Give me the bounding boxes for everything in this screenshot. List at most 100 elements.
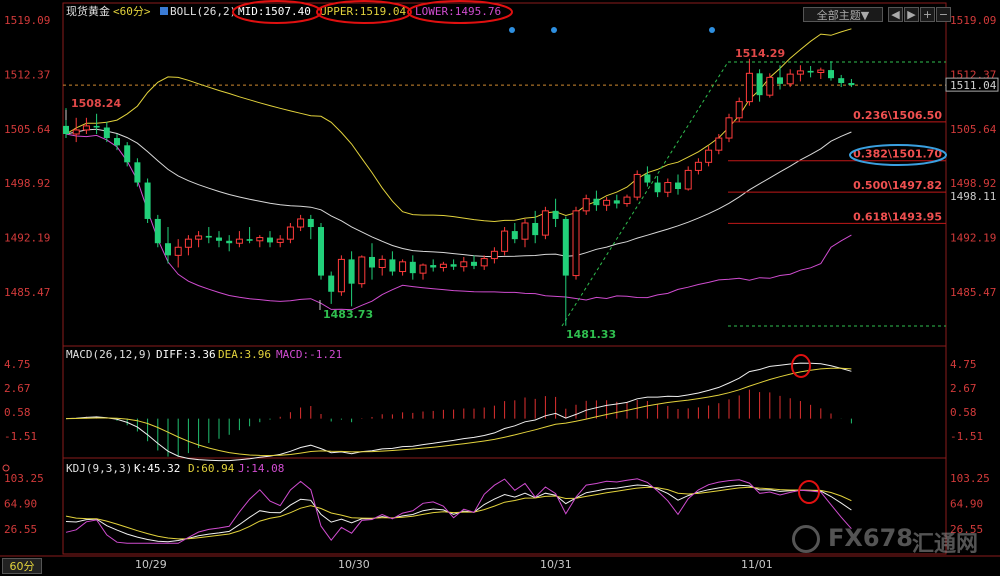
- candle: [725, 113, 733, 143]
- high-left-label: 1508.24: [71, 97, 121, 110]
- candle: [521, 218, 529, 248]
- boll-mid-value: MID:1507.40: [238, 5, 311, 18]
- candle: [572, 206, 580, 280]
- boll-title: BOLL(26,2): [170, 5, 236, 18]
- boll-lower-value: LOWER:1495.76: [415, 5, 501, 18]
- price-tick-label: 1485.47: [950, 286, 996, 299]
- price-tick-label: 1519.09: [4, 14, 50, 27]
- candle: [276, 235, 284, 248]
- candle: [593, 190, 600, 211]
- theme-dropdown-button[interactable]: 全部主题▼: [803, 7, 883, 22]
- candle: [501, 227, 509, 256]
- candle: [134, 158, 141, 187]
- candle: [72, 117, 80, 143]
- candle: [694, 158, 702, 175]
- price-axis-right: 1519.091512.371505.641498.921492.191485.…: [950, 14, 997, 299]
- candle: [490, 247, 498, 264]
- zoom-out-button[interactable]: −: [936, 7, 951, 22]
- candle: [705, 146, 713, 167]
- candle: [654, 176, 661, 198]
- period-tab[interactable]: 60分: [2, 558, 42, 574]
- candle: [807, 66, 814, 78]
- candle: [613, 194, 620, 209]
- current-price-label: 1511.04: [950, 79, 997, 92]
- candle: [337, 255, 345, 296]
- macd-tick-label: 0.58: [950, 406, 977, 419]
- date-label: 10/30: [338, 558, 370, 571]
- macd-diff-line: [65, 362, 852, 462]
- candle: [471, 255, 477, 270]
- candle: [226, 235, 233, 252]
- candle: [409, 255, 416, 280]
- candle: [389, 251, 396, 276]
- candle: [93, 113, 100, 134]
- fib-level-label: 0.236\1506.50: [853, 109, 942, 122]
- fib-level-label: 0.618\1493.95: [853, 210, 942, 223]
- price-tick-label: 1505.64: [950, 123, 997, 136]
- candle: [297, 214, 305, 232]
- candle: [511, 222, 518, 244]
- candle: [216, 231, 222, 248]
- candle: [460, 256, 468, 272]
- event-dot: [709, 27, 715, 33]
- candle: [358, 255, 366, 288]
- date-label: 11/01: [741, 558, 773, 571]
- candle: [745, 58, 753, 106]
- symbol-name: 现货黄金: [66, 4, 110, 18]
- fib-levels: 0.236\1506.50 0.382\1501.70 0.500\1497.82 0…: [728, 109, 946, 224]
- event-dot: [551, 27, 557, 33]
- fib-level-label: 0.382\1501.70: [853, 148, 942, 161]
- kdj-tick-label: 103.25: [4, 472, 44, 485]
- candle: [582, 194, 590, 215]
- price-tick-label: 1492.19: [4, 232, 50, 245]
- candle: [684, 166, 692, 191]
- price-tick-label: 1512.37: [4, 68, 50, 81]
- macd-title: MACD(26,12,9): [66, 348, 152, 361]
- highlight-macd-circle: [791, 354, 811, 378]
- candle: [675, 174, 681, 195]
- candle: [828, 61, 834, 81]
- candle: [603, 197, 611, 211]
- watermark-cn: 汇通网: [912, 532, 979, 557]
- candle: [399, 259, 407, 276]
- candle: [286, 222, 294, 244]
- date-label: 10/31: [540, 558, 572, 571]
- candle: [82, 117, 90, 134]
- kdj-tick-label: 103.25: [950, 472, 990, 485]
- macd-tick-label: 0.58: [4, 406, 31, 419]
- macd-histogram: [75, 389, 852, 457]
- candle: [777, 65, 783, 90]
- main-panel-border: [62, 2, 947, 347]
- scroll-left-button[interactable]: ◀: [888, 7, 903, 22]
- scroll-right-button[interactable]: ▶: [904, 7, 919, 22]
- zoom-in-button[interactable]: +: [920, 7, 935, 22]
- macd-tick-label: 2.67: [950, 382, 977, 395]
- event-dot: [509, 27, 515, 33]
- candle: [246, 227, 253, 244]
- candle: [562, 216, 569, 326]
- candle: [267, 231, 273, 248]
- candle: [124, 142, 131, 167]
- candle: [419, 263, 427, 280]
- extra-right-value: 1498.11: [950, 190, 996, 203]
- price-tick-label: 1498.92: [4, 177, 50, 190]
- candle: [848, 78, 855, 88]
- candle: [114, 133, 120, 151]
- date-label: 10/29: [135, 558, 167, 571]
- high-right-label: 1514.29: [735, 47, 785, 60]
- candle: [144, 178, 151, 223]
- watermark-brand: FX678: [828, 524, 913, 552]
- kdj-k: K:45.32: [134, 462, 180, 475]
- candle: [735, 97, 743, 122]
- candle: [450, 259, 457, 270]
- candle: [715, 133, 723, 155]
- price-tick-label: 1498.92: [950, 177, 996, 190]
- price-tick-label: 1519.09: [950, 14, 996, 27]
- candle: [307, 214, 314, 240]
- candle: [369, 243, 375, 280]
- chart-canvas[interactable]: 现货黄金 <60分> BOLL(26,2) MID:1507.40 UPPER:…: [0, 0, 1000, 576]
- price-tick-label: 1492.19: [950, 232, 996, 245]
- candle: [552, 198, 559, 228]
- fib-trend-line: [561, 61, 729, 327]
- candle: [541, 206, 549, 240]
